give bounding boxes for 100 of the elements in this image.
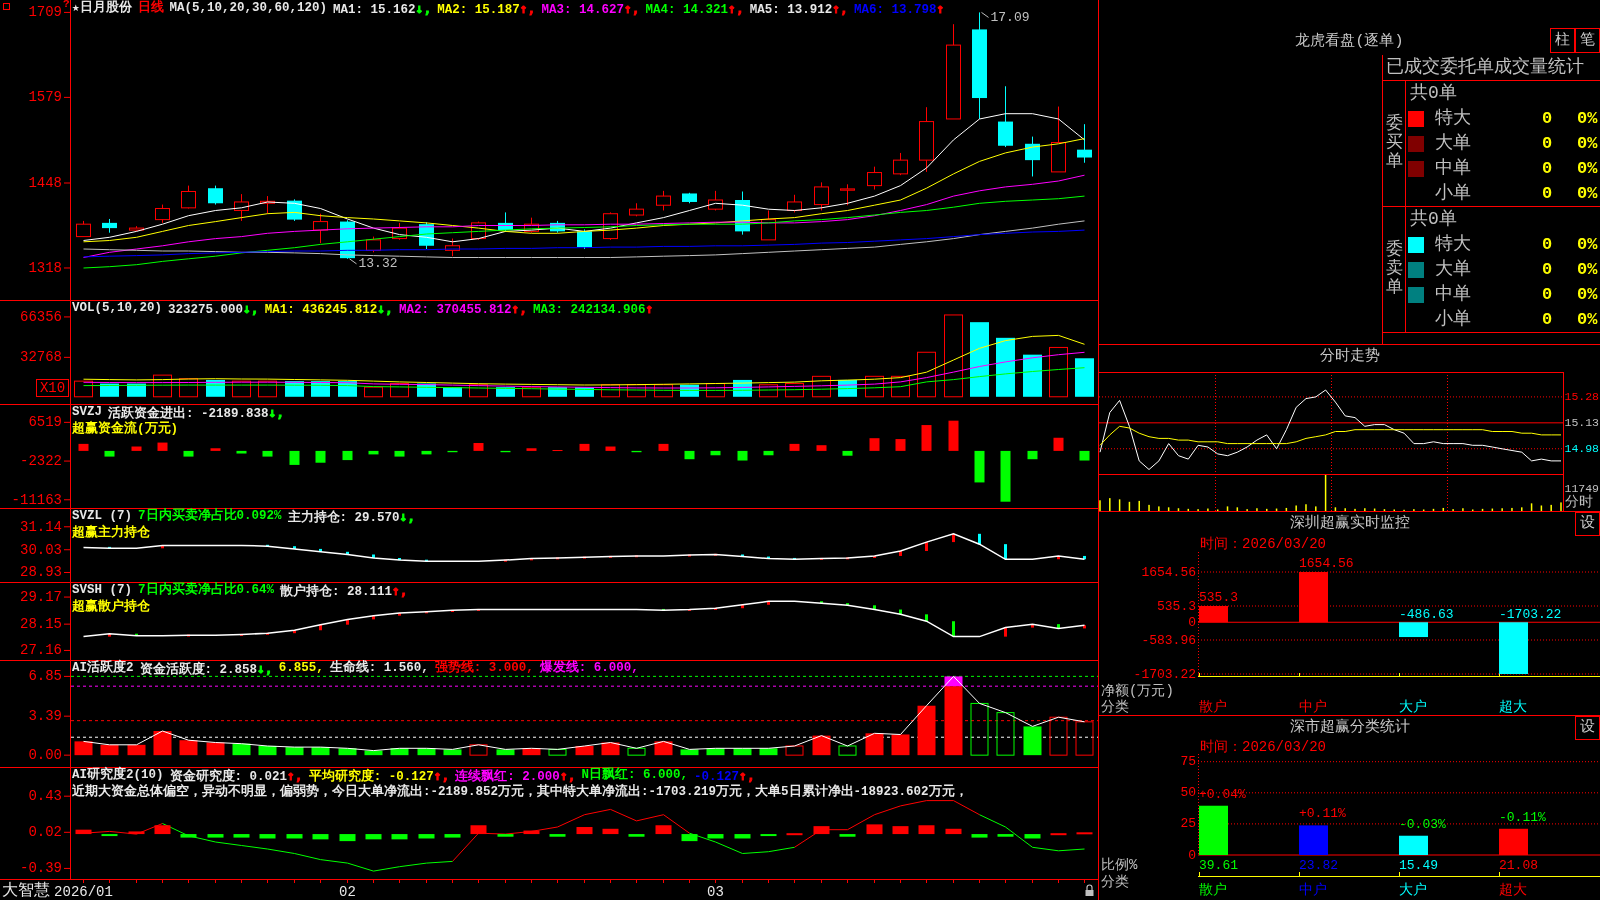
panel-title: 深圳超赢实时监控	[1289, 515, 1410, 533]
trend-arrow: ↓,	[415, 1, 432, 16]
order-percent: 0%	[1577, 234, 1598, 254]
trend-arrow: ↑	[936, 1, 945, 16]
legend-text: 7日内买卖净占比0.092%	[138, 509, 282, 523]
table-title: 已成交委托单成交量统计	[1386, 57, 1584, 77]
axis-label: 1318	[28, 259, 62, 276]
axis-label: 66356	[20, 308, 62, 325]
order-count: 0	[1542, 234, 1553, 254]
trend-arrow: ↑,	[392, 583, 408, 598]
legend-text: -0.127	[694, 770, 740, 784]
change-label: -0.03%	[1399, 816, 1446, 832]
trend-arrow: ↑,	[559, 768, 576, 783]
legend-text: N日飘红: 6.000,	[581, 768, 689, 782]
date-label: 02	[339, 884, 356, 900]
legend-text: MA1: 15.162	[333, 3, 416, 17]
trend-arrow: ↓,	[399, 509, 416, 524]
timestamp: 时间：2026/03/20	[1200, 739, 1326, 755]
order-type: 特大	[1435, 233, 1471, 254]
trend-arrow: ↓,	[257, 661, 273, 676]
legend-text: MA3: 14.627	[541, 3, 624, 17]
legend-text: MA2: 370455.812	[398, 303, 512, 317]
axis-label: 0.02	[28, 824, 62, 841]
axis-label: 0	[1188, 847, 1196, 863]
axis-title: 分类	[1101, 874, 1129, 890]
axis-label: 30.03	[20, 541, 62, 558]
order-percent: 0%	[1577, 183, 1598, 203]
legend-text: SVZL (7)	[72, 509, 132, 523]
price-label: 13.32	[358, 256, 398, 272]
section-label: 委买单	[1385, 115, 1403, 172]
order-count: 0	[1542, 284, 1553, 304]
legend-text: ★日月股份	[72, 1, 132, 15]
trend-arrow: ↓,	[268, 405, 285, 420]
legend-text: AI研究度2(10)	[72, 768, 164, 782]
unit-label: X10	[36, 379, 69, 397]
legend-text: 连续飘红: 2.000	[455, 770, 560, 784]
unit-label: 分时	[1565, 494, 1593, 510]
legend-text: MA4: 14.321	[645, 3, 729, 17]
legend-text: 活跃资金进出: -2189.838	[108, 407, 269, 421]
axis-label: 28.93	[20, 564, 62, 581]
order-percent: 0%	[1577, 133, 1598, 153]
order-count: 0	[1542, 259, 1553, 279]
timestamp: 时间：2026/03/20	[1200, 536, 1326, 552]
axis-label: 15.13	[1564, 416, 1599, 430]
axis-label: 1709	[28, 4, 62, 21]
order-type: 中单	[1435, 157, 1471, 178]
chart-subtitle: 超赢散户持仓	[72, 600, 150, 614]
category-label: 中户	[1299, 699, 1327, 715]
change-label: +0.04%	[1199, 786, 1246, 802]
axis-label: 1579	[28, 89, 62, 106]
category-label: 超大	[1499, 882, 1527, 898]
legend-text: MA1: 436245.812	[264, 303, 378, 317]
axis-label: 75	[1180, 754, 1196, 770]
panel-title: 深市超赢分类统计	[1289, 719, 1410, 737]
order-count: 0	[1542, 309, 1553, 329]
axis-label: 31.14	[20, 518, 62, 535]
volume-label: 11749	[1564, 481, 1599, 495]
axis-label: 6519	[28, 414, 62, 431]
legend-text: 6.855,	[278, 661, 324, 675]
category-label: 大户	[1399, 882, 1427, 898]
legend-text: 强势线: 3.000,	[434, 661, 534, 675]
order-percent: 0%	[1577, 309, 1598, 329]
price-label: 17.09	[990, 9, 1030, 25]
chart-subtitle: 超赢资金流(万元)	[72, 422, 178, 436]
legend-text: SVSH (7)	[72, 583, 132, 597]
date-label: 2026/01	[54, 884, 113, 900]
axis-label: 25	[1180, 816, 1196, 832]
trend-arrow: ↑,	[433, 768, 450, 783]
axis-title: 净额(万元)	[1101, 683, 1174, 699]
order-type: 特大	[1435, 107, 1471, 128]
trend-arrow: ↑,	[832, 1, 848, 16]
trend-arrow: ↑,	[511, 301, 528, 316]
legend-text: AI活跃度2	[72, 661, 134, 675]
category-label: 散户	[1199, 882, 1227, 898]
legend-text: MA3: 242134.906	[533, 303, 646, 317]
trend-arrow: ↓,	[377, 301, 393, 316]
value-label: 15.49	[1399, 857, 1438, 873]
trend-arrow: ↓,	[243, 301, 259, 316]
legend-text: 平均研究度: -0.127	[308, 770, 434, 784]
chart-subtitle: 超赢主力持仓	[72, 526, 150, 540]
trend-arrow: ↑,	[287, 768, 303, 783]
order-count: 0	[1542, 133, 1553, 153]
trend-arrow: ↑	[645, 301, 654, 316]
axis-label: -1703.22	[1133, 666, 1196, 682]
legend-text: 资金研究度: 0.021	[169, 770, 288, 784]
order-percent: 0%	[1577, 284, 1598, 304]
axis-label: 0.43	[28, 788, 62, 805]
value-label: 1654.56	[1299, 556, 1354, 571]
axis-label: 0.00	[28, 747, 62, 764]
value-label: 535.3	[1199, 590, 1238, 605]
legend-text: MA(5,10,20,30,60,120)	[169, 1, 328, 15]
value-label: -486.63	[1399, 607, 1454, 623]
axis-label: 15.28	[1564, 390, 1599, 404]
axis-label: 6.85	[28, 668, 62, 685]
axis-label: 535.3	[1157, 598, 1196, 614]
axis-title: 分类	[1101, 699, 1129, 715]
brand-label: 大智慧	[2, 881, 50, 900]
legend-text: MA2: 15.187	[437, 3, 520, 17]
legend-text: 爆发线: 6.000,	[539, 661, 639, 675]
order-total: 共0单	[1410, 83, 1457, 103]
